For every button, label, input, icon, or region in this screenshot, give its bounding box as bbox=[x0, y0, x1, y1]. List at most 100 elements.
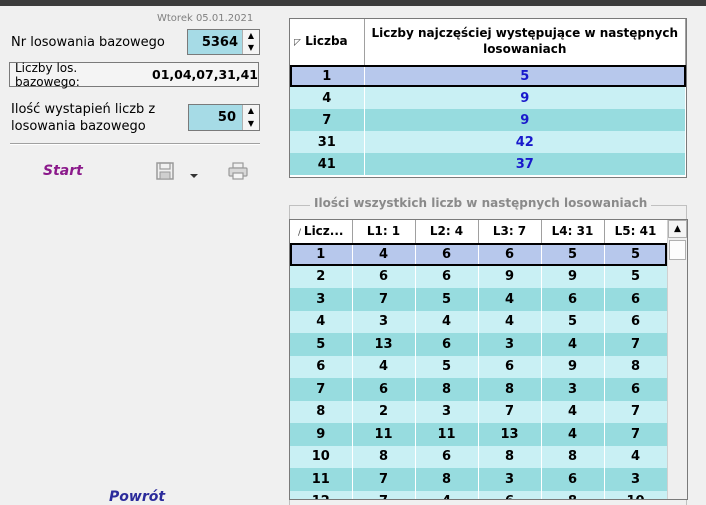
printer-icon[interactable] bbox=[227, 161, 251, 181]
scroll-up-icon[interactable]: ▲ bbox=[668, 220, 687, 238]
column-header-frequent[interactable]: Liczby najczęściej występujące w następn… bbox=[364, 19, 686, 66]
table-cell: 8 bbox=[541, 490, 605, 499]
table-cell: 13 bbox=[478, 423, 542, 446]
table-row[interactable]: 823747 bbox=[290, 400, 668, 423]
start-button[interactable]: Start bbox=[43, 163, 83, 179]
table-cell: 6 bbox=[604, 288, 668, 311]
table-cell: 4 bbox=[604, 445, 668, 468]
table-cell: 3 bbox=[478, 333, 542, 356]
back-button[interactable]: Powrót bbox=[109, 489, 165, 505]
cell-liczba: 41 bbox=[290, 153, 365, 175]
scroll-thumb[interactable] bbox=[669, 240, 686, 260]
spin-up-icon[interactable]: ▲ bbox=[243, 30, 259, 42]
table-cell: 6 bbox=[415, 445, 479, 468]
table-cell: 1 bbox=[290, 243, 353, 266]
table-row[interactable]: 41 37 bbox=[290, 153, 686, 175]
occurrences-label: Ilość wystapień liczb z losowania bazowe… bbox=[11, 101, 155, 135]
base-numbers-value: 01,04,07,31,41 bbox=[152, 67, 258, 82]
table-cell: 2 bbox=[352, 400, 416, 423]
occurrences-label-line2: losowania bazowego bbox=[11, 119, 146, 134]
cell-value: 9 bbox=[364, 87, 686, 109]
column-header-liczba[interactable]: ◸ Liczba bbox=[290, 19, 365, 66]
table-row[interactable]: 49 bbox=[290, 87, 686, 109]
base-draw-spinner[interactable]: 5364 ▲ ▼ bbox=[187, 29, 260, 55]
base-draw-value[interactable]: 5364 bbox=[188, 30, 242, 54]
table-cell: 6 bbox=[415, 243, 479, 266]
table-row[interactable]: 11 7 8 3 6 3 bbox=[290, 468, 668, 491]
column-header-4[interactable]: L4: 31 bbox=[541, 220, 605, 244]
cell-value: 37 bbox=[364, 153, 686, 175]
table-row[interactable]: 768836 bbox=[290, 378, 668, 401]
table-cell: 6 bbox=[478, 243, 542, 266]
table-row[interactable]: 645698 bbox=[290, 355, 668, 378]
table-cell: 3 bbox=[352, 310, 416, 333]
separator bbox=[10, 143, 260, 145]
table-cell: 6 bbox=[290, 355, 353, 378]
column-header-0[interactable]: / Licz... bbox=[290, 220, 353, 244]
cell-liczba: 31 bbox=[290, 131, 365, 153]
table-cell: 8 bbox=[478, 445, 542, 468]
base-draw-label: Nr losowania bazowego bbox=[11, 35, 165, 50]
cell-value: 42 bbox=[364, 131, 686, 153]
table-row[interactable]: 434456 bbox=[290, 310, 668, 333]
table-cell: 7 bbox=[604, 423, 668, 446]
table-cell: 6 bbox=[415, 333, 479, 356]
table-cell: 5 bbox=[415, 288, 479, 311]
spin-down-icon[interactable]: ▼ bbox=[243, 42, 259, 54]
group-title: Ilości wszystkich liczb w następnych los… bbox=[310, 196, 652, 210]
occurrences-value[interactable]: 50 bbox=[189, 105, 242, 130]
table-row[interactable]: 9 11 11 13 4 7 bbox=[290, 423, 668, 446]
column-header-3[interactable]: L3: 7 bbox=[478, 220, 542, 244]
table-cell: 4 bbox=[541, 423, 605, 446]
table-cell: 7 bbox=[352, 490, 416, 499]
table-cell: 8 bbox=[352, 445, 416, 468]
table-cell: 8 bbox=[541, 445, 605, 468]
spin-down-icon[interactable]: ▼ bbox=[243, 118, 259, 131]
table-cell: 6 bbox=[478, 355, 542, 378]
table-cell: 4 bbox=[478, 310, 542, 333]
table-cell: 4 bbox=[352, 243, 416, 266]
table-cell: 6 bbox=[478, 490, 542, 499]
occurrences-spinner[interactable]: 50 ▲ ▼ bbox=[188, 104, 260, 131]
cell-value: 5 bbox=[364, 65, 686, 87]
table-cell: 12 bbox=[290, 490, 353, 499]
table-cell: 6 bbox=[541, 288, 605, 311]
table-cell: 3 bbox=[541, 378, 605, 401]
table-row[interactable]: 10 8 6 8 8 4 bbox=[290, 445, 668, 468]
table-cell: 4 bbox=[352, 355, 416, 378]
table-row[interactable]: 31 42 bbox=[290, 131, 686, 153]
table-cell: 5 bbox=[604, 243, 668, 266]
window-top-border bbox=[0, 0, 706, 6]
table-cell: 3 bbox=[478, 468, 542, 491]
table-cell: 7 bbox=[352, 468, 416, 491]
table-row[interactable]: 15 bbox=[290, 65, 686, 87]
table-cell: 8 bbox=[604, 355, 668, 378]
table-cell: 8 bbox=[290, 400, 353, 423]
table-row[interactable]: 5 13 6 3 4 7 bbox=[290, 333, 668, 356]
table-cell: 4 bbox=[415, 490, 479, 499]
occurrences-label-line1: Ilość wystapień liczb z bbox=[11, 102, 156, 117]
cell-value: 9 bbox=[364, 109, 686, 131]
table-row[interactable]: 375466 bbox=[290, 288, 668, 311]
cell-liczba: 4 bbox=[290, 87, 365, 109]
table-row[interactable]: 79 bbox=[290, 109, 686, 131]
table-cell: 7 bbox=[478, 400, 542, 423]
table-row[interactable]: 266995 bbox=[290, 265, 668, 288]
chevron-down-icon[interactable] bbox=[188, 166, 200, 178]
table-cell: 6 bbox=[541, 468, 605, 491]
table-cell: 5 bbox=[541, 310, 605, 333]
table-cell: 11 bbox=[352, 423, 416, 446]
cell-liczba: 1 bbox=[290, 65, 365, 87]
table-row[interactable]: 146655 bbox=[290, 243, 668, 266]
column-header-2[interactable]: L2: 4 bbox=[415, 220, 479, 244]
table-cell: 5 bbox=[415, 355, 479, 378]
column-header-5[interactable]: L5: 41 bbox=[604, 220, 668, 244]
vertical-scrollbar[interactable]: ▲ bbox=[667, 220, 687, 499]
spin-up-icon[interactable]: ▲ bbox=[243, 105, 259, 118]
table-cell: 6 bbox=[604, 378, 668, 401]
table-cell: 9 bbox=[290, 423, 353, 446]
table-row[interactable]: 12746810 bbox=[290, 490, 668, 499]
save-icon[interactable] bbox=[155, 161, 177, 181]
table-cell: 5 bbox=[290, 333, 353, 356]
column-header-1[interactable]: L1: 1 bbox=[352, 220, 416, 244]
